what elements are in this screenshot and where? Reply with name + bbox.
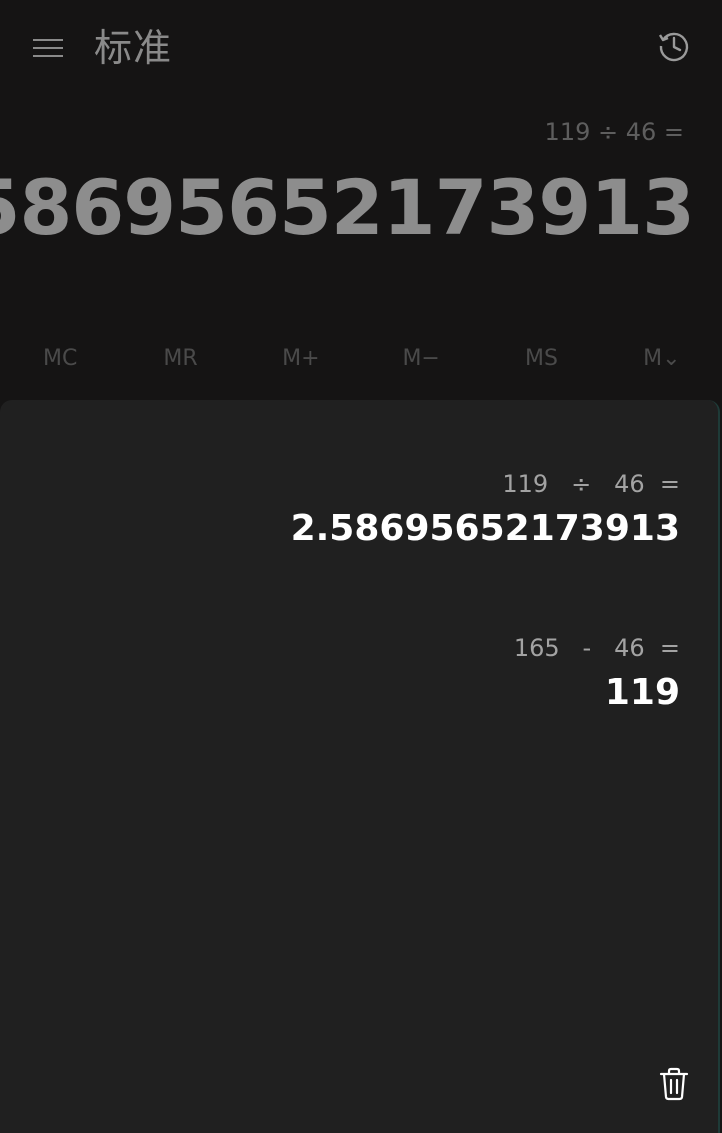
memory-add-button[interactable]: M+: [241, 332, 361, 384]
history-entry-result: 119: [604, 672, 680, 713]
trash-icon: [658, 1067, 690, 1105]
history-entry[interactable]: 119 ÷ 46 = 2.58695652173913: [291, 464, 680, 554]
memory-recall-button[interactable]: MR: [120, 332, 240, 384]
history-entry-result: 2.58695652173913: [290, 508, 680, 549]
history-button[interactable]: [648, 26, 700, 70]
history-entry-expression: 119 ÷ 46 =: [502, 470, 680, 498]
memory-subtract-button[interactable]: M−: [361, 332, 481, 384]
history-entry[interactable]: 165 - 46 = 119: [514, 628, 680, 718]
mode-title: 标准: [94, 26, 173, 70]
calculator-app: 标准 119 ÷ 46 = 2.58695652173913 MC MR M+ …: [0, 0, 722, 1133]
memory-store-button[interactable]: MS: [481, 332, 601, 384]
history-clock-icon: [656, 28, 692, 68]
hamburger-menu-icon: [32, 36, 64, 60]
memory-list-button[interactable]: M⌄: [602, 332, 722, 384]
expression-display: 119 ÷ 46 =: [544, 118, 684, 146]
memory-clear-button[interactable]: MC: [0, 332, 120, 384]
menu-button[interactable]: [22, 26, 74, 70]
clear-history-button[interactable]: [652, 1064, 696, 1108]
memory-button-row: MC MR M+ M− MS M⌄: [0, 332, 722, 384]
result-display: 2.58695652173913: [0, 163, 695, 252]
history-entry-expression: 165 - 46 =: [513, 634, 680, 662]
history-panel: 119 ÷ 46 = 2.58695652173913 165 - 46 = 1…: [0, 400, 720, 1133]
